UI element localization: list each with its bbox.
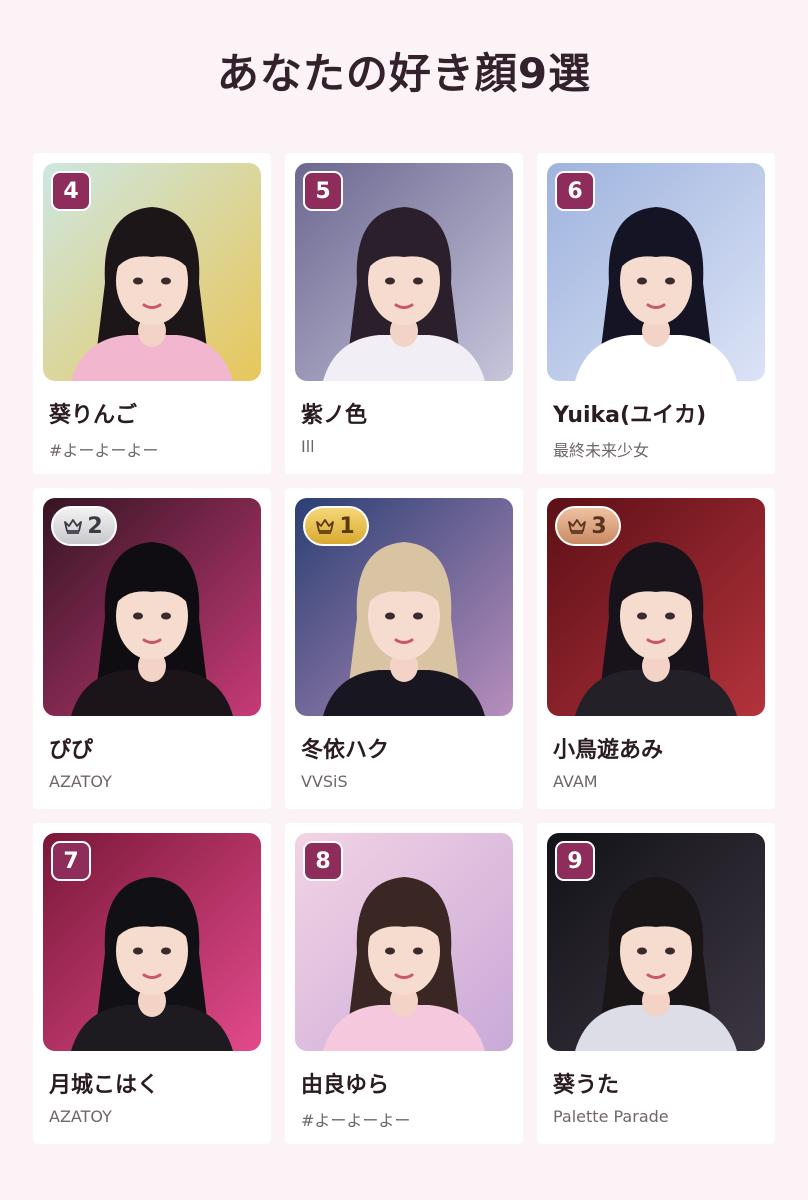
idol-photo[interactable]: 1 <box>295 498 513 716</box>
idol-photo[interactable]: 8 <box>295 833 513 1051</box>
idol-photo[interactable]: 9 <box>547 833 765 1051</box>
idol-group: #よーよーよー <box>49 441 159 460</box>
rank-badge: 2 <box>51 506 117 546</box>
idol-name: 小鳥遊あみ <box>553 738 664 763</box>
page: あなたの好き顔9選 4 葵りんご #よーよーよー 5 紫ノ色 Ill 6 Yui… <box>0 0 808 1200</box>
idol-name: ぴぴ <box>49 738 94 763</box>
idol-card-5[interactable]: 5 紫ノ色 Ill <box>285 153 523 474</box>
idol-group: AZATOY <box>49 772 112 791</box>
idol-group: #よーよーよー <box>301 1111 411 1130</box>
rank-number: 3 <box>591 513 607 539</box>
rank-badge: 4 <box>51 171 91 211</box>
idol-card-8[interactable]: 8 由良ゆら #よーよーよー <box>285 823 523 1144</box>
rank-badge: 3 <box>555 506 621 546</box>
idol-name: 月城こはく <box>49 1073 160 1098</box>
idol-photo[interactable]: 7 <box>43 833 261 1051</box>
rank-badge: 9 <box>555 841 595 881</box>
idol-card-7[interactable]: 7 月城こはく AZATOY <box>33 823 271 1144</box>
crown-icon <box>64 519 83 534</box>
idol-card-2[interactable]: 2 ぴぴ AZATOY <box>33 488 271 809</box>
rank-number: 8 <box>315 848 331 874</box>
idol-name: 葵うた <box>553 1073 620 1098</box>
idol-card-4[interactable]: 4 葵りんご #よーよーよー <box>33 153 271 474</box>
rank-badge: 5 <box>303 171 343 211</box>
idol-photo[interactable]: 6 <box>547 163 765 381</box>
rank-number: 7 <box>63 848 79 874</box>
idol-card-6[interactable]: 6 Yuika(ユイカ) 最終未来少女 <box>537 153 775 474</box>
rank-number: 6 <box>567 178 583 204</box>
idol-name: 葵りんご <box>49 403 138 428</box>
crown-icon <box>568 519 587 534</box>
rank-number: 4 <box>63 178 79 204</box>
idol-name: Yuika(ユイカ) <box>553 403 707 428</box>
idol-photo[interactable]: 5 <box>295 163 513 381</box>
idol-photo[interactable]: 4 <box>43 163 261 381</box>
rank-number: 1 <box>339 513 355 539</box>
idol-name: 由良ゆら <box>301 1073 390 1098</box>
idol-photo[interactable]: 2 <box>43 498 261 716</box>
idol-name: 紫ノ色 <box>301 403 368 428</box>
idol-card-9[interactable]: 9 葵うた Palette Parade <box>537 823 775 1144</box>
idol-name: 冬依ハク <box>301 738 390 763</box>
rank-number: 5 <box>315 178 331 204</box>
rank-number: 9 <box>567 848 583 874</box>
page-title: あなたの好き顔9選 <box>216 49 592 98</box>
idol-group: Palette Parade <box>553 1107 669 1126</box>
idol-group: AZATOY <box>49 1107 112 1126</box>
crown-icon <box>316 519 335 534</box>
rank-badge: 7 <box>51 841 91 881</box>
card-grid: 4 葵りんご #よーよーよー 5 紫ノ色 Ill 6 Yuika(ユイカ) 最終… <box>33 153 775 1144</box>
idol-card-1[interactable]: 1 冬依ハク VVSiS <box>285 488 523 809</box>
idol-group: Ill <box>301 437 315 456</box>
rank-badge: 8 <box>303 841 343 881</box>
rank-number: 2 <box>87 513 103 539</box>
rank-badge: 6 <box>555 171 595 211</box>
idol-group: 最終未来少女 <box>553 441 650 460</box>
rank-badge: 1 <box>303 506 369 546</box>
idol-group: VVSiS <box>301 772 348 791</box>
idol-photo[interactable]: 3 <box>547 498 765 716</box>
idol-group: AVAM <box>553 772 598 791</box>
idol-card-3[interactable]: 3 小鳥遊あみ AVAM <box>537 488 775 809</box>
